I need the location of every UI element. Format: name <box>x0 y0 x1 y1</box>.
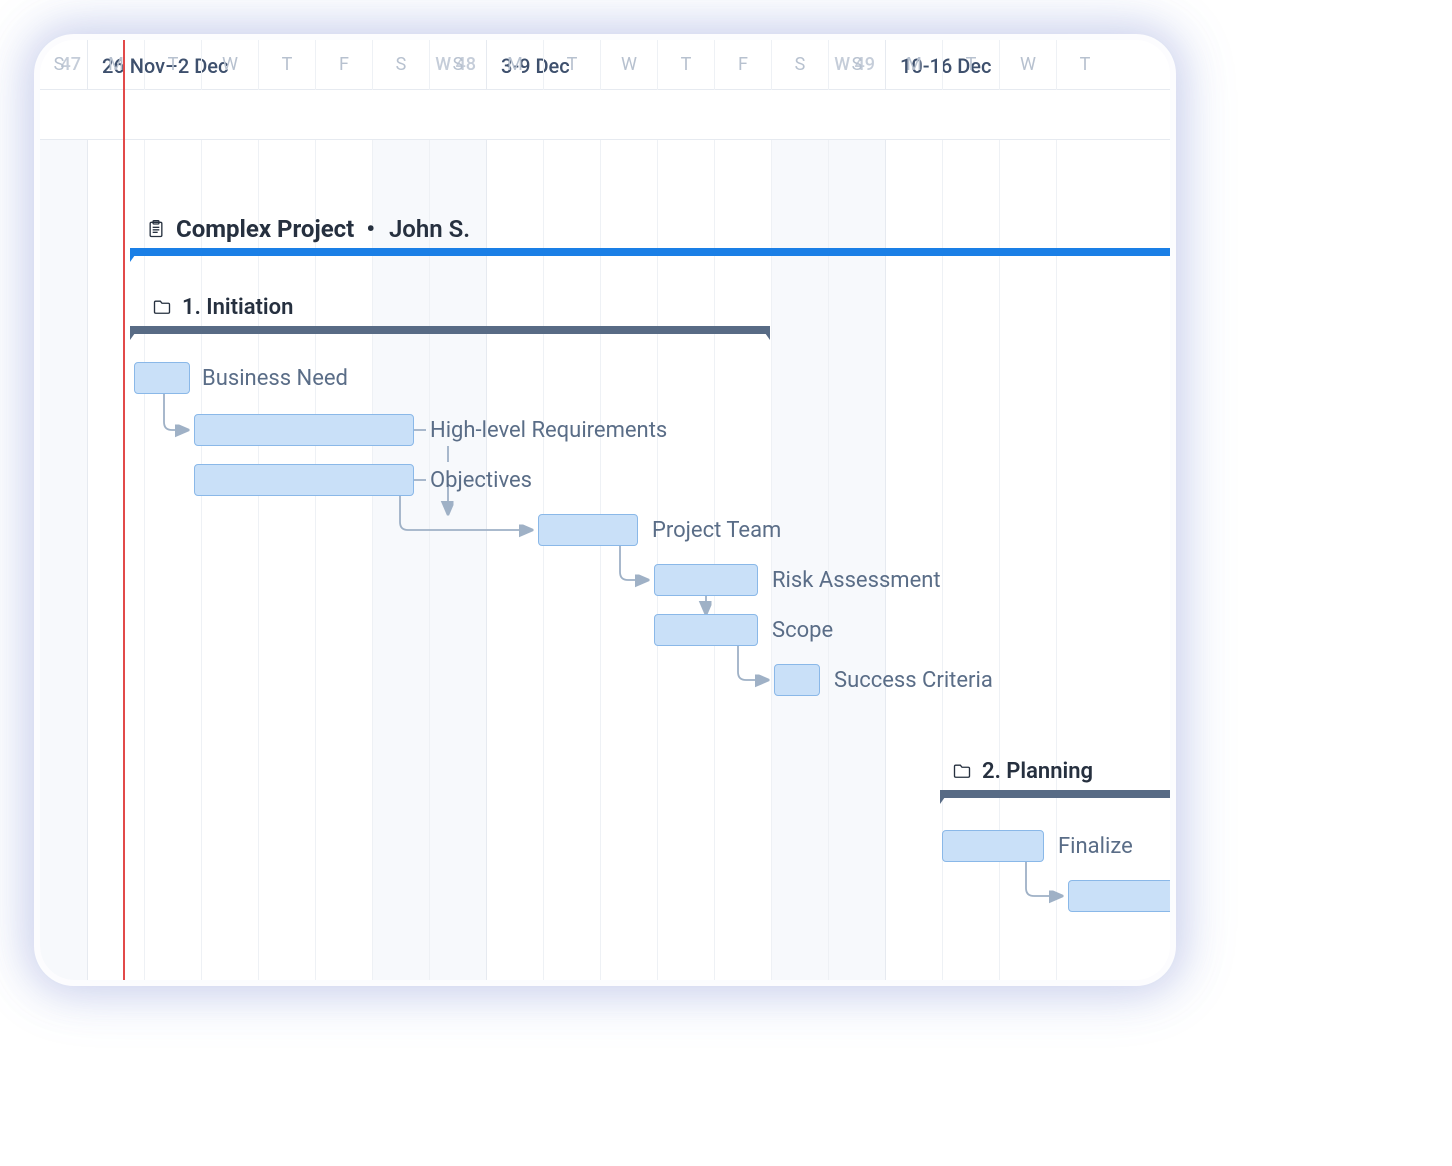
day-header-cell[interactable]: M <box>486 40 543 90</box>
day-header-cell[interactable]: W <box>999 40 1056 90</box>
day-header-cell[interactable]: F <box>315 40 372 90</box>
clipboard-icon <box>146 219 166 239</box>
day-header-cell[interactable]: S <box>40 40 87 90</box>
project-summary-bar[interactable] <box>130 248 1170 258</box>
project-title: Complex Project <box>176 215 354 243</box>
day-header-cell[interactable]: T <box>543 40 600 90</box>
task-bar-risk-assessment[interactable] <box>654 564 758 596</box>
day-header-cell[interactable]: T <box>144 40 201 90</box>
task-bar-finalize[interactable] <box>942 830 1044 862</box>
task-bar-project-team[interactable] <box>538 514 638 546</box>
task-label: Finalize <box>1058 830 1133 862</box>
folder-icon <box>952 761 972 781</box>
group-row-initiation[interactable]: 1. Initiation <box>152 290 293 324</box>
day-header-cell[interactable]: M <box>87 40 144 90</box>
day-header-cell[interactable]: T <box>258 40 315 90</box>
day-header-cell[interactable]: S <box>828 40 885 90</box>
group-title: 2. Planning <box>982 759 1093 784</box>
day-header-cell[interactable]: S <box>372 40 429 90</box>
task-label: Objectives <box>430 464 532 496</box>
task-bar-objectives[interactable] <box>194 464 414 496</box>
folder-icon <box>152 297 172 317</box>
task-label: Business Need <box>202 362 348 394</box>
task-bar-success-criteria[interactable] <box>774 664 820 696</box>
task-bar-high-level-requirements[interactable] <box>194 414 414 446</box>
day-header-cell[interactable]: F <box>714 40 771 90</box>
task-label: Scope <box>772 614 833 646</box>
task-label: Success Criteria <box>834 664 993 696</box>
separator-dot <box>364 215 379 243</box>
group-summary-bar-initiation[interactable] <box>130 326 770 336</box>
day-header-cell[interactable]: T <box>1056 40 1113 90</box>
group-summary-bar-planning[interactable] <box>940 790 1170 800</box>
group-row-planning[interactable]: 2. Planning <box>952 754 1093 788</box>
day-header-cell[interactable]: W <box>600 40 657 90</box>
task-bar-next[interactable] <box>1068 880 1170 912</box>
project-row[interactable]: Complex Project John S. <box>146 212 470 246</box>
day-header-cell[interactable]: M <box>885 40 942 90</box>
task-label: Project Team <box>652 514 781 546</box>
day-header-cell[interactable]: S <box>429 40 486 90</box>
task-label: High-level Requirements <box>430 414 667 446</box>
day-header-cell[interactable]: S <box>771 40 828 90</box>
today-indicator <box>123 40 125 980</box>
task-bar-scope[interactable] <box>654 614 758 646</box>
task-label: Risk Assessment <box>772 564 941 596</box>
day-header-cell[interactable]: T <box>942 40 999 90</box>
group-title: 1. Initiation <box>182 295 293 320</box>
project-owner: John S. <box>389 215 470 243</box>
task-bar-business-need[interactable] <box>134 362 190 394</box>
day-header-cell[interactable]: T <box>657 40 714 90</box>
day-header-cell[interactable]: W <box>201 40 258 90</box>
